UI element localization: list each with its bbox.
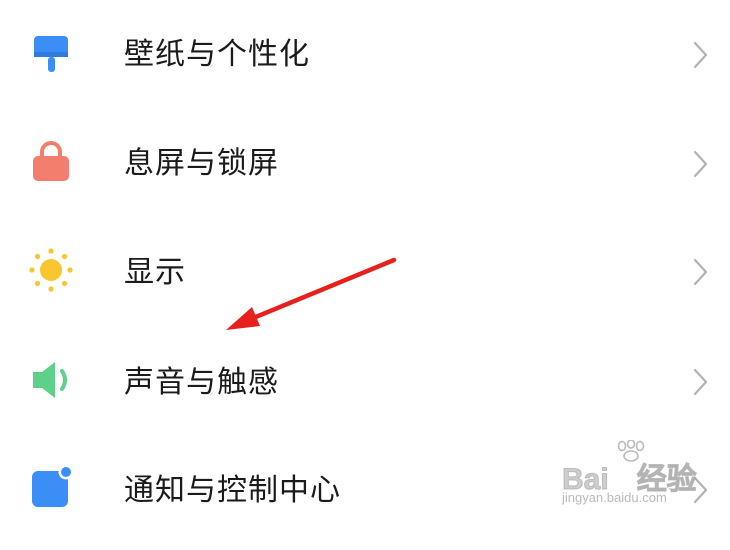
settings-item-label: 壁纸与个性化 bbox=[124, 37, 310, 72]
speaker-icon bbox=[28, 357, 74, 403]
settings-item-display[interactable]: 显示 bbox=[0, 220, 730, 330]
settings-item-notification[interactable]: 通知与控制中心 bbox=[0, 440, 730, 550]
settings-list: 壁纸与个性化 息屏与锁屏 显示 声音与触感 通知与控制中心 bbox=[0, 0, 730, 522]
settings-item-label: 通知与控制中心 bbox=[124, 473, 341, 508]
settings-item-label: 声音与触感 bbox=[124, 365, 279, 400]
lock-icon bbox=[28, 138, 74, 184]
chevron-right-icon bbox=[690, 366, 710, 398]
settings-item-sound[interactable]: 声音与触感 bbox=[0, 330, 730, 440]
chevron-right-icon bbox=[690, 39, 710, 71]
settings-item-label: 显示 bbox=[124, 255, 186, 290]
settings-item-label: 息屏与锁屏 bbox=[124, 146, 279, 181]
sun-icon bbox=[28, 247, 74, 293]
chevron-right-icon bbox=[690, 148, 710, 180]
settings-item-wallpaper[interactable]: 壁纸与个性化 bbox=[0, 0, 730, 110]
notification-icon bbox=[28, 464, 74, 510]
chevron-right-icon bbox=[690, 256, 710, 288]
wallpaper-brush-icon bbox=[28, 30, 74, 76]
settings-item-lockscreen[interactable]: 息屏与锁屏 bbox=[0, 110, 730, 220]
chevron-right-icon bbox=[690, 474, 710, 506]
